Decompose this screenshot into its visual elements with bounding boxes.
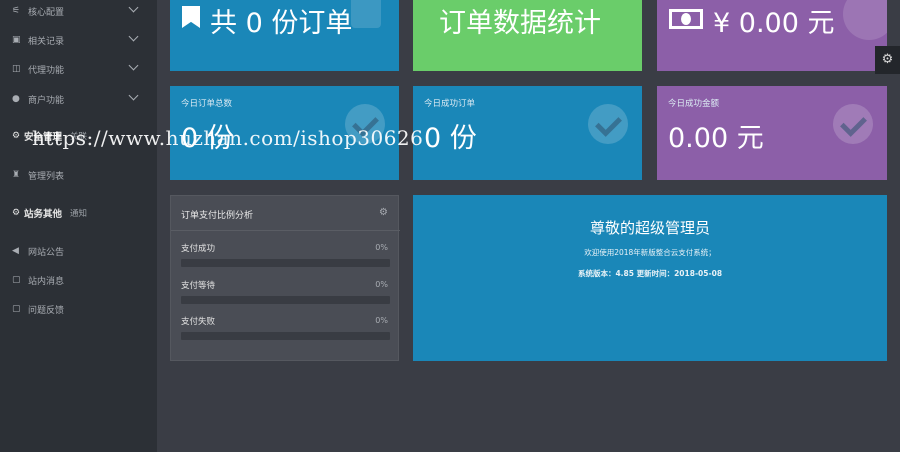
sidebar: ⚟ 核心配置 ▣ 相关记录 ◫ 代理功能 ● 商户功能 ⚙ 安全管理 关联 ♜ … (0, 0, 157, 452)
sidebar-item-label: 代理功能 (28, 65, 65, 76)
panel-title: 订单支付比例分析 (181, 211, 254, 221)
payment-ratio-panel: 订单支付比例分析 ⚙ 支付成功 0% 支付等待 0% 支付失败 0% (170, 195, 400, 361)
divider (171, 230, 400, 231)
check-circle-icon (588, 104, 628, 144)
progress-percent: 0% (375, 243, 388, 252)
chevron-down-icon (128, 31, 139, 42)
sidebar-item-feedback[interactable]: ▢ 问题反馈 (0, 295, 157, 323)
user-icon: ● (12, 94, 20, 104)
sidebar-item-core-config[interactable]: ⚟ 核心配置 (0, 0, 157, 25)
sidebar-item-label: 网站公告 (28, 247, 65, 258)
sidebar-item-label: 管理列表 (28, 171, 65, 182)
sidebar-group-title: 站务其他 (24, 209, 63, 220)
stat-value: 0.00 元 (668, 123, 764, 154)
progress-bar-pending (181, 296, 390, 304)
progress-percent: 0% (375, 316, 388, 325)
order-stats-card[interactable]: 订单数据统计 (413, 0, 642, 71)
money-icon (669, 9, 703, 29)
progress-label: 支付失败 (181, 317, 216, 327)
sidebar-item-merchant[interactable]: ● 商户功能 (0, 85, 157, 113)
sidebar-item-records[interactable]: ▣ 相关记录 (0, 26, 157, 54)
chevron-down-icon (128, 2, 139, 13)
check-circle-icon (833, 104, 873, 144)
progress-label: 支付等待 (181, 281, 216, 291)
stat-value: 0 份 (424, 123, 477, 154)
stat-label: 今日成功金额 (668, 99, 720, 109)
bookmark-icon (182, 6, 200, 28)
sidebar-item-messages[interactable]: ▢ 站内消息 (0, 266, 157, 294)
gear-icon: ⚙ (12, 131, 21, 141)
sidebar-group-sub: 通知 (70, 209, 88, 219)
total-orders-text: 共 0 份订单 (210, 8, 353, 39)
lifebuoy-icon (843, 0, 887, 40)
stat-label: 今日订单总数 (181, 99, 233, 109)
sidebar-item-manage-list[interactable]: ♜ 管理列表 (0, 161, 157, 189)
admin-icon: ♜ (12, 170, 21, 180)
gear-icon[interactable]: ⚙ (379, 207, 388, 218)
gear-icon: ⚙ (12, 208, 21, 218)
welcome-title: 尊敬的超级管理员 (589, 219, 710, 237)
progress-bar-failed (181, 332, 390, 340)
total-orders-card[interactable]: 共 0 份订单 (170, 0, 399, 71)
progress-percent: 0% (375, 280, 388, 289)
progress-bar-success (181, 259, 390, 267)
order-stats-text: 订单数据统计 (439, 8, 601, 39)
sidebar-item-proxy[interactable]: ◫ 代理功能 (0, 55, 157, 83)
sidebar-item-label: 核心配置 (28, 7, 65, 18)
settings-gear-button[interactable]: ⚙ (875, 46, 900, 74)
welcome-panel: 尊敬的超级管理员 欢迎使用2018年新版整合云支付系统； 系统版本：4.85 更… (413, 195, 887, 361)
card-decoration (351, 0, 381, 28)
sliders-icon: ⚟ (12, 6, 21, 16)
feedback-icon: ▢ (12, 304, 21, 314)
today-success-amount-card: 今日成功金额 0.00 元 (657, 86, 887, 180)
sidebar-item-label: 商户功能 (28, 95, 65, 106)
proxy-icon: ◫ (12, 64, 21, 74)
sidebar-group-site-other: ⚙ 站务其他 通知 (0, 199, 157, 227)
progress-label: 支付成功 (181, 244, 216, 254)
speaker-icon: ◀ (12, 246, 19, 256)
sidebar-item-label: 问题反馈 (28, 305, 65, 316)
sidebar-item-announcement[interactable]: ◀ 网站公告 (0, 237, 157, 265)
total-amount-text: ¥ 0.00 元 (713, 8, 835, 39)
record-icon: ▣ (12, 35, 21, 45)
stat-label: 今日成功订单 (424, 99, 476, 109)
sidebar-item-label: 站内消息 (28, 276, 65, 287)
total-amount-card[interactable]: ¥ 0.00 元 (657, 0, 887, 71)
message-icon: ▢ (12, 275, 21, 285)
today-success-orders-card: 今日成功订单 0 份 (413, 86, 642, 180)
system-version: 系统版本：4.85 更新时间：2018-05-08 (577, 269, 723, 278)
chevron-down-icon (128, 60, 139, 71)
chevron-down-icon (128, 90, 139, 101)
sidebar-item-label: 相关记录 (28, 36, 65, 47)
welcome-message: 欢迎使用2018年新版整合云支付系统； (584, 248, 716, 257)
watermark-url: https://www.huzhan.com/ishop30626 (32, 126, 424, 150)
